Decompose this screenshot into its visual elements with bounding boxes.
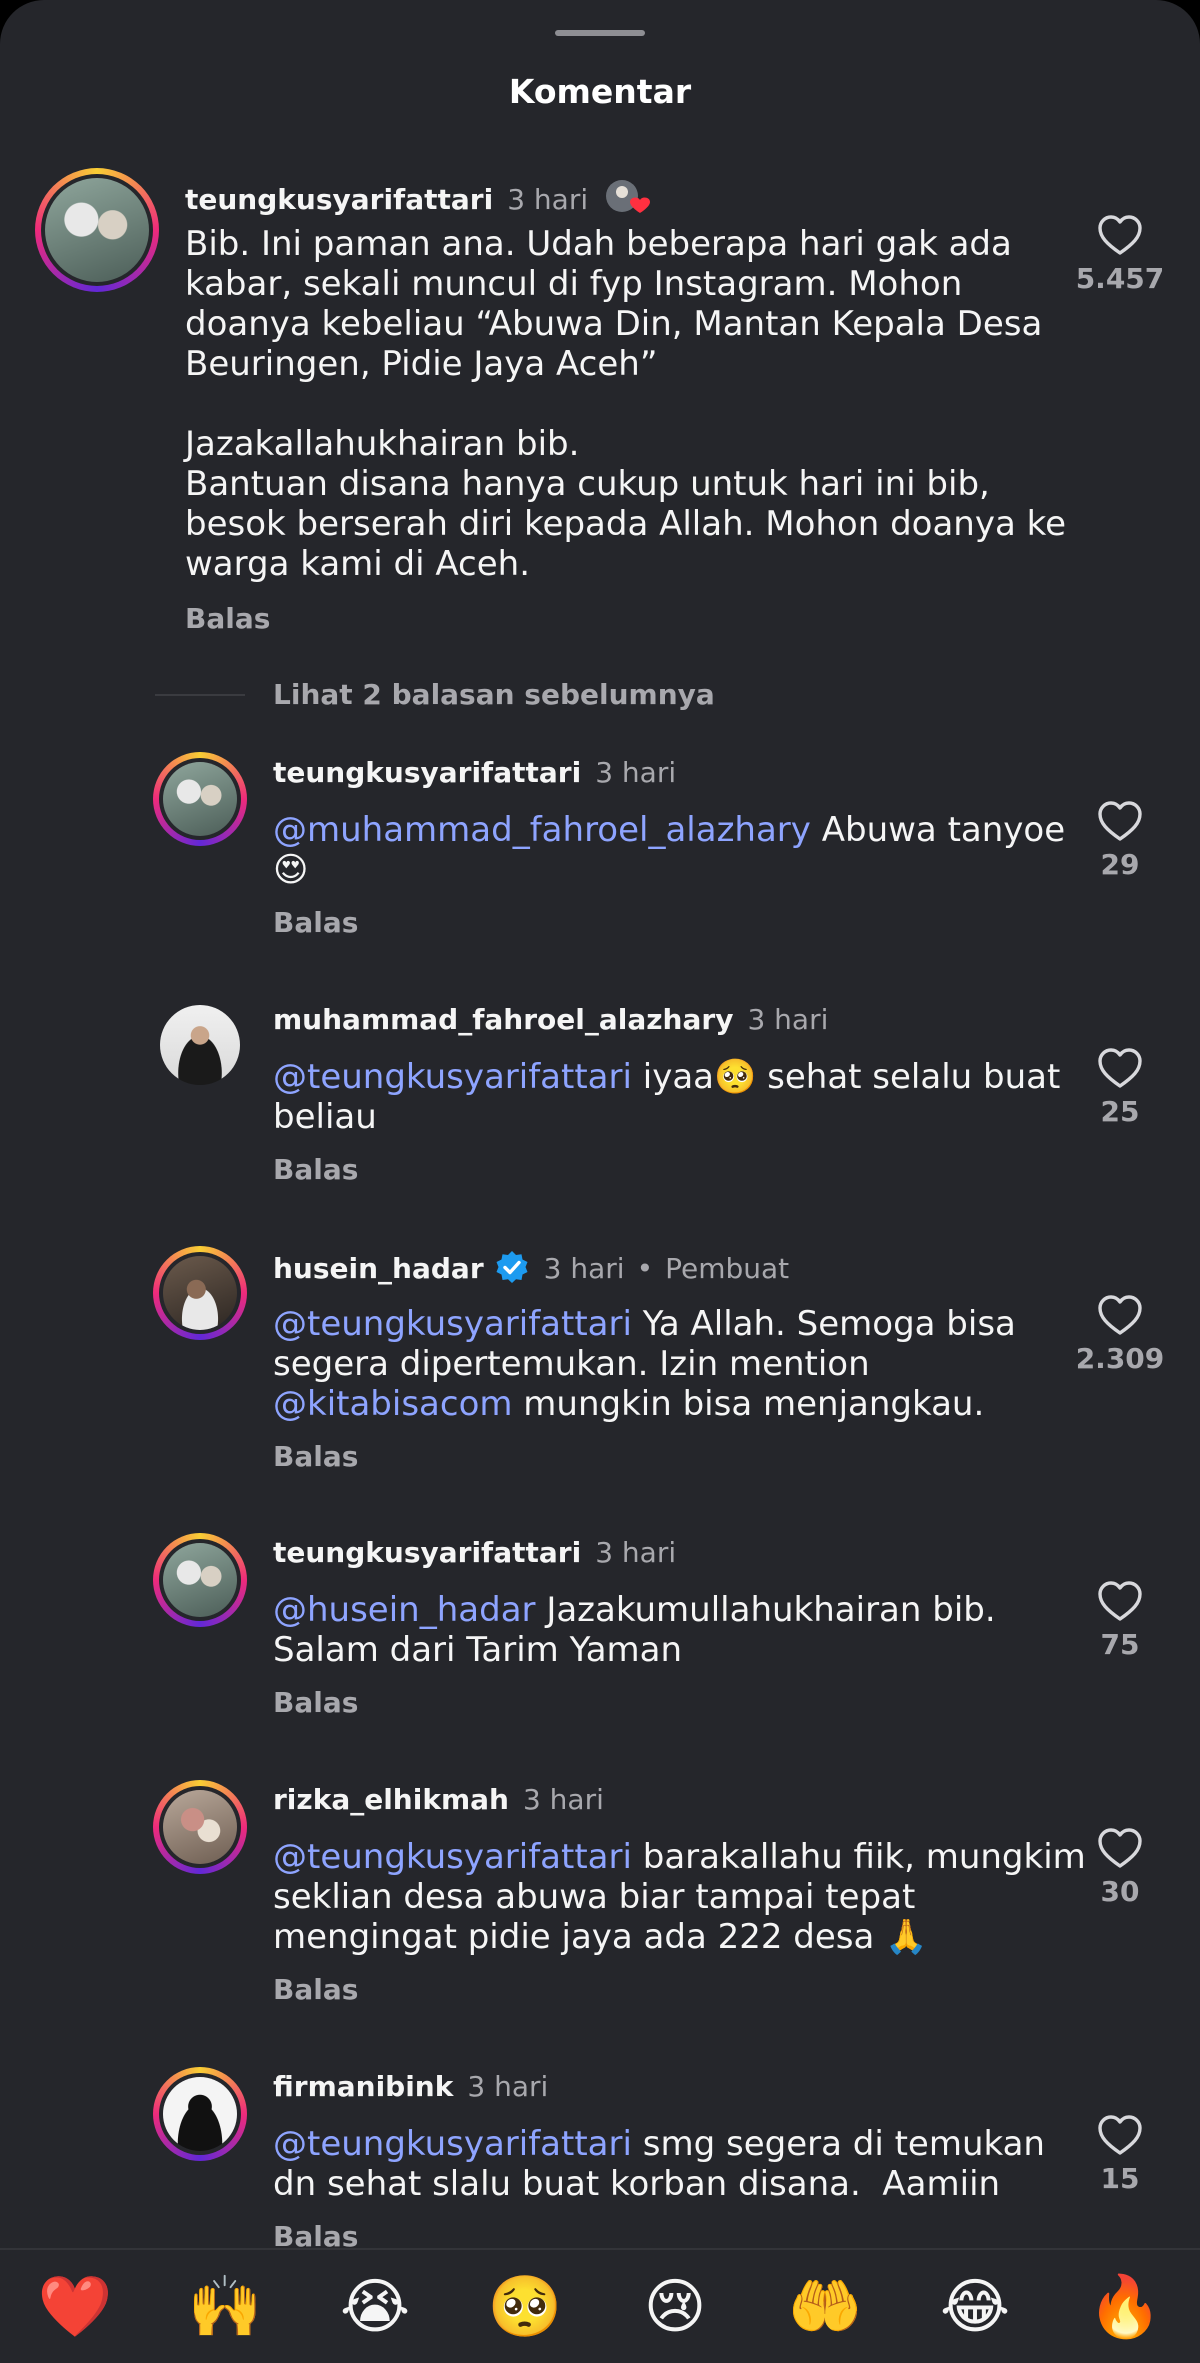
like-button[interactable]: 29 xyxy=(1060,800,1180,881)
like-count: 30 xyxy=(1100,1875,1140,1908)
avatar[interactable] xyxy=(35,168,159,292)
like-count: 2.309 xyxy=(1075,1342,1165,1375)
heart-outline-icon xyxy=(1098,2115,1142,2155)
avatar[interactable] xyxy=(153,1780,247,1874)
comment-time: 3 hari xyxy=(595,756,677,789)
heart-outline-icon xyxy=(1098,1295,1142,1335)
comment-emoji: 😍 xyxy=(273,850,309,890)
like-count: 75 xyxy=(1100,1628,1140,1661)
avatar-image xyxy=(160,1005,240,1085)
reply-button[interactable]: Balas xyxy=(185,602,270,635)
avatar[interactable] xyxy=(153,752,247,846)
thread-line xyxy=(155,693,245,696)
like-button[interactable]: 75 xyxy=(1060,1580,1180,1661)
comment-time: 3 hari xyxy=(507,182,589,216)
like-button[interactable]: 5.457 xyxy=(1060,214,1180,295)
username[interactable]: teungkusyarifattari xyxy=(273,756,581,789)
like-count: 25 xyxy=(1100,1095,1140,1128)
avatar-image xyxy=(163,1256,237,1330)
comment-text: Bib. Ini paman ana. Udah beberapa hari g… xyxy=(185,224,1067,584)
comment-time: 3 hari xyxy=(467,2070,549,2103)
reply-button[interactable]: Balas xyxy=(273,906,358,939)
comment-text: @teungkusyarifattari barakallahu fiik, m… xyxy=(273,1837,1086,1957)
like-button[interactable]: 2.309 xyxy=(1060,1294,1180,1375)
heart-outline-icon xyxy=(1098,801,1142,841)
separator-dot: • xyxy=(636,1251,654,1285)
like-count: 5.457 xyxy=(1075,262,1165,295)
avatar[interactable] xyxy=(153,2067,247,2161)
comment-text-body: mungkin bisa menjangkau. xyxy=(512,1384,985,1424)
comment-text: @teungkusyarifattari Ya Allah. Semoga bi… xyxy=(273,1304,1016,1424)
avatar-image xyxy=(163,1543,237,1617)
mention-link[interactable]: @kitabisacom xyxy=(273,1384,513,1424)
like-count: 29 xyxy=(1100,848,1140,881)
emoji-laughing-button[interactable]: 😂 xyxy=(930,2272,1020,2342)
comment-time: 3 hari xyxy=(543,1251,625,1285)
comment-text: @husein_hadar Jazakumullahukhairan bib. … xyxy=(273,1590,996,1670)
avatar-image xyxy=(45,178,149,282)
avatar-image xyxy=(163,762,237,836)
reply-button[interactable]: Balas xyxy=(273,1153,358,1186)
mention-link[interactable]: @teungkusyarifattari xyxy=(273,1057,632,1097)
avatar-image xyxy=(163,2077,237,2151)
comment-text: @muhammad_fahroel_alazhary Abuwa tanyoe … xyxy=(273,810,1065,890)
username[interactable]: firmanibink xyxy=(273,2070,453,2103)
like-button[interactable]: 25 xyxy=(1060,1047,1180,1128)
avatar[interactable] xyxy=(160,1005,240,1085)
mention-link[interactable]: @teungkusyarifattari xyxy=(273,2124,632,2164)
avatar-image xyxy=(163,1790,237,1864)
creator-liked-icon xyxy=(600,172,654,226)
reply-button[interactable]: Balas xyxy=(273,1686,358,1719)
heart-outline-icon xyxy=(1098,1581,1142,1621)
username[interactable]: teungkusyarifattari xyxy=(273,1536,581,1569)
creator-label: Pembuat xyxy=(665,1251,790,1285)
mention-link[interactable]: @muhammad_fahroel_alazhary xyxy=(273,810,811,850)
mention-link[interactable]: @husein_hadar xyxy=(273,1590,536,1630)
avatar[interactable] xyxy=(153,1533,247,1627)
comment-time: 3 hari xyxy=(522,1783,604,1816)
like-count: 15 xyxy=(1100,2162,1140,2195)
reply-button[interactable]: Balas xyxy=(273,1440,358,1473)
mention-link[interactable]: @teungkusyarifattari xyxy=(273,1837,632,1877)
comment-time: 3 hari xyxy=(595,1536,677,1569)
heart-outline-icon xyxy=(1098,1048,1142,1088)
username[interactable]: teungkusyarifattari xyxy=(185,183,493,216)
comment-text: @teungkusyarifattari iyaa🥺 sehat selalu … xyxy=(273,1057,1060,1137)
avatar[interactable] xyxy=(153,1246,247,1340)
like-button[interactable]: 30 xyxy=(1060,1827,1180,1908)
comment-text-body: Abuwa tanyoe xyxy=(810,810,1066,850)
emoji-palms-up-button[interactable]: 🤲 xyxy=(780,2272,870,2342)
username[interactable]: muhammad_fahroel_alazhary xyxy=(273,1003,733,1036)
like-button[interactable]: 15 xyxy=(1060,2114,1180,2195)
emoji-fire-button[interactable]: 🔥 xyxy=(1080,2272,1170,2342)
heart-outline-icon xyxy=(1098,1828,1142,1868)
mention-link[interactable]: @teungkusyarifattari xyxy=(273,1304,632,1344)
heart-outline-icon xyxy=(1098,215,1142,255)
verified-badge-icon xyxy=(494,1250,530,1286)
emoji-crying-button[interactable]: 😭 xyxy=(330,2272,420,2342)
username[interactable]: husein_hadar xyxy=(273,1252,484,1285)
drag-handle[interactable] xyxy=(555,30,645,36)
emoji-raised-hands-button[interactable]: 🙌 xyxy=(180,2272,270,2342)
sheet-title: Komentar xyxy=(508,72,692,111)
view-previous-replies[interactable]: Lihat 2 balasan sebelumnya xyxy=(155,678,715,711)
view-previous-replies-label: Lihat 2 balasan sebelumnya xyxy=(273,678,715,711)
username[interactable]: rizka_elhikmah xyxy=(273,1783,509,1816)
emoji-pleading-button[interactable]: 🥺 xyxy=(480,2272,570,2342)
emoji-reaction-bar: ❤️ 🙌 😭 🥺 😢 🤲 😂 🔥 xyxy=(0,2248,1200,2363)
reply-button[interactable]: Balas xyxy=(273,1973,358,2006)
emoji-heart-button[interactable]: ❤️ xyxy=(30,2272,120,2342)
comment-time: 3 hari xyxy=(747,1003,829,1036)
emoji-sad-button[interactable]: 😢 xyxy=(630,2272,720,2342)
comments-sheet: Komentar teungkusyarifattari 3 hari Bib.… xyxy=(0,0,1200,2363)
comment-text: @teungkusyarifattari smg segera di temuk… xyxy=(273,2124,1045,2204)
